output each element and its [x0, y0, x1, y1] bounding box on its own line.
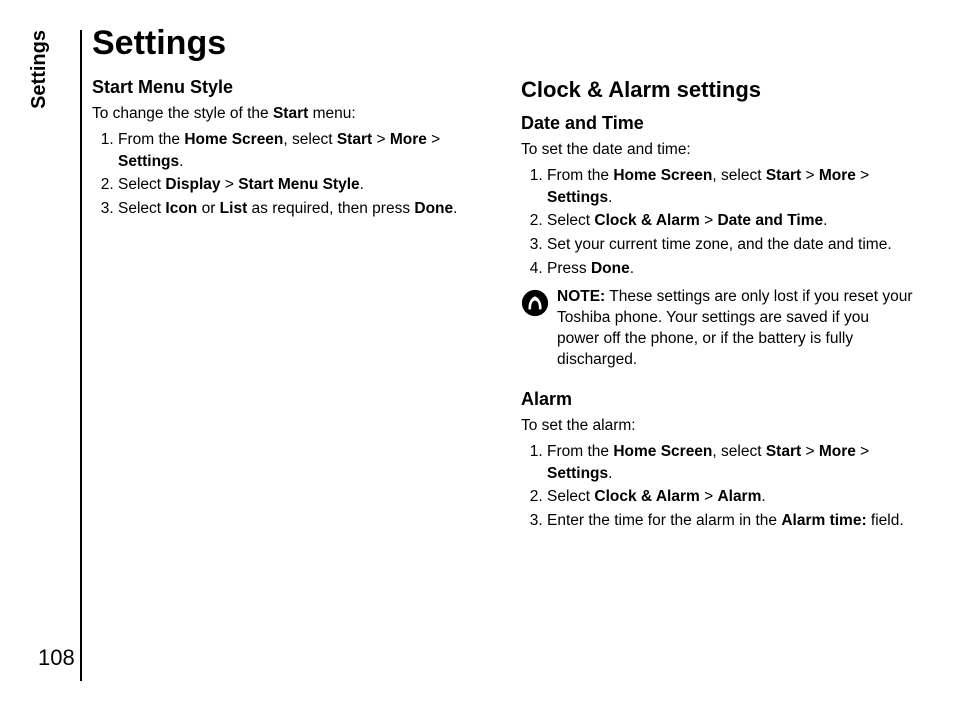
text: .	[179, 153, 183, 170]
step: From the Home Screen, select Start > Mor…	[547, 441, 914, 484]
text: Press	[547, 260, 591, 277]
section-alarm: Alarm To set the alarm: From the Home Sc…	[521, 389, 914, 532]
text-bold: Settings	[118, 153, 179, 170]
text-bold: Alarm	[717, 488, 761, 505]
manual-page: Settings 108 Settings Start Menu Style T…	[0, 0, 954, 701]
section-date-time: Date and Time To set the date and time: …	[521, 113, 914, 371]
text: as required, then press	[247, 200, 414, 217]
intro-text: To change the style of the Start menu:	[92, 104, 485, 125]
note: NOTE: These settings are only lost if yo…	[521, 287, 914, 371]
heading-date-time: Date and Time	[521, 113, 914, 134]
text-bold: Start	[337, 131, 372, 148]
text: .	[608, 189, 612, 206]
text: >	[856, 443, 869, 460]
text: , select	[712, 167, 765, 184]
text-bold: Display	[165, 176, 220, 193]
text: .	[360, 176, 364, 193]
text-bold: Clock & Alarm	[594, 212, 699, 229]
text-bold: Home Screen	[613, 443, 712, 460]
text-bold: Start	[273, 105, 308, 122]
content-area: Settings Start Menu Style To change the …	[92, 24, 914, 550]
heading-clock-alarm: Clock & Alarm settings	[521, 77, 914, 103]
text-bold: Alarm time:	[781, 512, 866, 529]
step: Select Icon or List as required, then pr…	[118, 198, 485, 220]
section-start-menu-style: Start Menu Style To change the style of …	[92, 77, 485, 220]
step: Select Clock & Alarm > Date and Time.	[547, 210, 914, 232]
step: From the Home Screen, select Start > Mor…	[547, 165, 914, 208]
right-column: Clock & Alarm settings Date and Time To …	[521, 77, 914, 550]
text: From the	[118, 131, 184, 148]
text-bold: Done	[414, 200, 453, 217]
side-section-label: Settings	[28, 30, 51, 109]
text: >	[700, 212, 718, 229]
text-bold: More	[819, 443, 856, 460]
text-bold: Settings	[547, 189, 608, 206]
note-icon	[521, 289, 549, 317]
text-bold: Clock & Alarm	[594, 488, 699, 505]
text: , select	[283, 131, 336, 148]
text: .	[608, 465, 612, 482]
text: >	[856, 167, 869, 184]
step: Set your current time zone, and the date…	[547, 234, 914, 256]
text-bold: Icon	[165, 200, 197, 217]
text: >	[801, 443, 819, 460]
step: From the Home Screen, select Start > Mor…	[118, 129, 485, 172]
intro-text: To set the date and time:	[521, 140, 914, 161]
note-text: NOTE: These settings are only lost if yo…	[557, 287, 914, 371]
text-bold: NOTE:	[557, 288, 605, 305]
text: From the	[547, 443, 613, 460]
text-bold: Start Menu Style	[238, 176, 359, 193]
steps-list: From the Home Screen, select Start > Mor…	[92, 129, 485, 220]
steps-list: From the Home Screen, select Start > Mor…	[521, 165, 914, 279]
text-bold: Home Screen	[184, 131, 283, 148]
text: menu:	[308, 105, 355, 122]
left-column: Start Menu Style To change the style of …	[92, 77, 485, 550]
text: Select	[118, 176, 165, 193]
text-bold: More	[390, 131, 427, 148]
text: Enter the time for the alarm in the	[547, 512, 781, 529]
text: These settings are only lost if you rese…	[557, 288, 913, 368]
page-title: Settings	[92, 24, 914, 63]
columns: Start Menu Style To change the style of …	[92, 77, 914, 550]
text: .	[453, 200, 457, 217]
heading-start-menu-style: Start Menu Style	[92, 77, 485, 98]
step: Select Clock & Alarm > Alarm.	[547, 486, 914, 508]
step: Press Done.	[547, 258, 914, 280]
text-bold: Done	[591, 260, 630, 277]
heading-alarm: Alarm	[521, 389, 914, 410]
text: .	[761, 488, 765, 505]
intro-text: To set the alarm:	[521, 416, 914, 437]
text-bold: Date and Time	[717, 212, 823, 229]
text: Select	[547, 212, 594, 229]
step: Enter the time for the alarm in the Alar…	[547, 510, 914, 532]
text-bold: Settings	[547, 465, 608, 482]
text: >	[221, 176, 239, 193]
steps-list: From the Home Screen, select Start > Mor…	[521, 441, 914, 532]
page-number: 108	[38, 645, 75, 671]
text: >	[700, 488, 718, 505]
text: .	[630, 260, 634, 277]
text-bold: Start	[766, 167, 801, 184]
text: >	[427, 131, 440, 148]
text: .	[823, 212, 827, 229]
text: Select	[118, 200, 165, 217]
text: To change the style of the	[92, 105, 273, 122]
text: or	[197, 200, 219, 217]
text-bold: More	[819, 167, 856, 184]
text: From the	[547, 167, 613, 184]
text-bold: Home Screen	[613, 167, 712, 184]
vertical-rule	[80, 30, 82, 681]
text: Select	[547, 488, 594, 505]
text: , select	[712, 443, 765, 460]
text: >	[372, 131, 390, 148]
text-bold: List	[220, 200, 248, 217]
text: field.	[867, 512, 904, 529]
step: Select Display > Start Menu Style.	[118, 174, 485, 196]
text-bold: Start	[766, 443, 801, 460]
text: >	[801, 167, 819, 184]
